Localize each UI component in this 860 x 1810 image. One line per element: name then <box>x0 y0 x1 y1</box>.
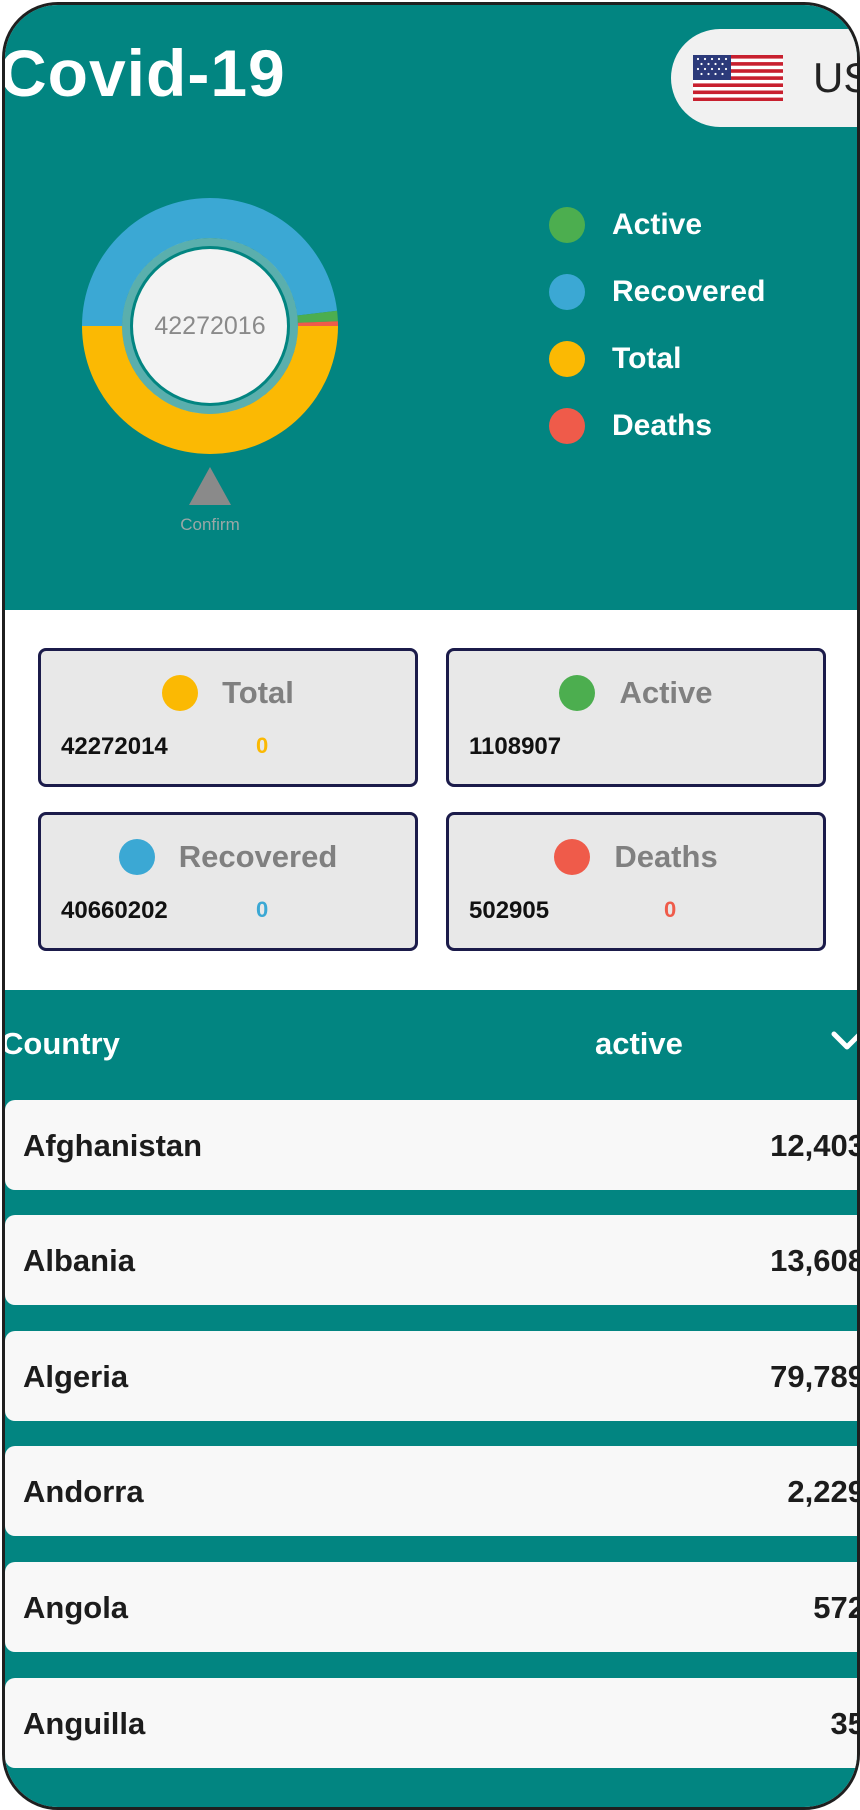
stat-card-total[interactable]: Total 42272014 0 <box>38 648 418 787</box>
stat-card-active[interactable]: Active 1108907 <box>446 648 826 787</box>
stat-card-value: 1108907 <box>469 733 562 760</box>
legend-item-deaths: Deaths <box>549 392 765 459</box>
column-header-sort[interactable]: active <box>595 1026 683 1062</box>
app-title: Covid-19 <box>2 36 286 110</box>
stat-card-value: 40660202 <box>61 897 168 924</box>
row-active: 12,403 <box>770 1128 860 1163</box>
row-active: 2,229 <box>787 1474 860 1509</box>
stat-card-title: Recovered <box>178 839 338 874</box>
country-table: Country active Afghanistan 12,403 Albani… <box>5 990 860 1807</box>
country-selector[interactable]: US <box>671 29 857 127</box>
legend-label: Active <box>612 207 703 241</box>
row-country: Andorra <box>23 1474 144 1509</box>
legend-item-recovered: Recovered <box>549 258 765 325</box>
pointer-label: Confirm <box>180 515 240 534</box>
stat-card-deaths[interactable]: Deaths 502905 0 <box>446 812 826 951</box>
pointer-triangle-icon <box>189 467 231 505</box>
row-country: Afghanistan <box>23 1128 203 1163</box>
phone-screen: Covid-19 US <box>2 2 860 1810</box>
row-active: 79,789 <box>770 1359 860 1394</box>
stat-card-delta: 0 <box>256 897 269 922</box>
stat-card-title: Deaths <box>614 839 718 874</box>
legend-label: Deaths <box>612 408 713 442</box>
table-header: Country active <box>5 990 857 1100</box>
legend-item-active: Active <box>549 191 765 258</box>
chevron-down-icon[interactable] <box>830 1020 860 1060</box>
table-row[interactable]: Albania 13,608 <box>5 1215 860 1305</box>
recovered-dot-icon <box>118 839 155 875</box>
cases-donut-chart[interactable]: 42272016 <box>75 191 345 461</box>
stat-card-value: 42272014 <box>61 733 168 760</box>
stat-card-delta: 0 <box>664 897 677 922</box>
stat-card-title: Total <box>222 675 294 710</box>
country-selector-label: US <box>813 54 857 101</box>
row-country: Algeria <box>23 1359 129 1394</box>
legend-label: Recovered <box>612 274 766 308</box>
deaths-dot-icon <box>554 839 591 875</box>
stats-section: Total 42272014 0 Active 1108907 Recovere… <box>5 610 857 990</box>
total-dot-icon <box>162 675 199 711</box>
us-flag-icon <box>693 55 783 101</box>
summary-header: Covid-19 US <box>5 5 857 610</box>
row-active: 13,608 <box>770 1243 860 1278</box>
stat-card-delta: 0 <box>256 733 269 758</box>
legend-dot-icon <box>549 407 585 444</box>
table-row[interactable]: Anguilla 35 <box>5 1678 857 1768</box>
row-country: Angola <box>23 1590 129 1625</box>
legend-dot-icon <box>549 340 585 377</box>
stat-card-title: Active <box>619 675 713 710</box>
row-country: Anguilla <box>23 1706 146 1741</box>
row-country: Albania <box>23 1243 135 1278</box>
column-header-country[interactable]: Country <box>5 1026 120 1062</box>
row-active: 572 <box>813 1590 860 1625</box>
legend-label: Total <box>612 341 682 375</box>
stat-card-value: 502905 <box>469 897 550 924</box>
donut-center-total: 42272016 <box>133 249 287 403</box>
legend-dot-icon <box>549 206 585 243</box>
chart-legend: Active Recovered Total Deaths <box>549 191 765 459</box>
table-row[interactable]: Andorra 2,229 <box>5 1446 860 1536</box>
row-active: 35 <box>830 1706 857 1741</box>
table-row[interactable]: Algeria 79,789 <box>5 1331 860 1421</box>
active-dot-icon <box>559 675 596 711</box>
table-row[interactable]: Afghanistan 12,403 <box>5 1100 860 1190</box>
legend-item-total: Total <box>549 325 765 392</box>
stat-card-recovered[interactable]: Recovered 40660202 0 <box>38 812 418 951</box>
table-row[interactable]: Angola 572 <box>5 1562 860 1652</box>
legend-dot-icon <box>549 273 585 310</box>
